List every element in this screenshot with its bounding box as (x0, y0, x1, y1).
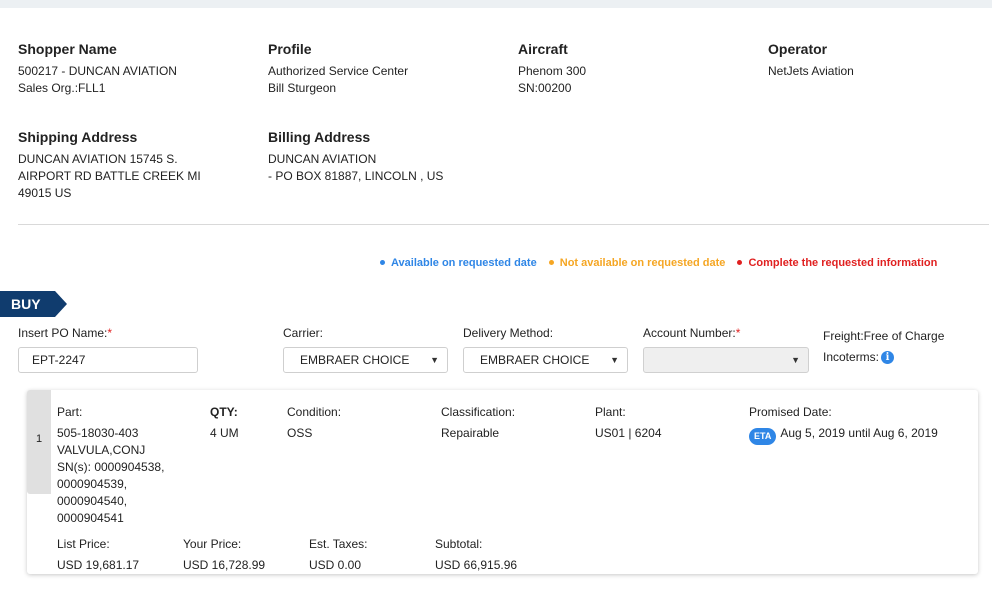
dropdown-arrow-icon: ▼ (791, 355, 800, 365)
legend-dot-orange (548, 260, 554, 265)
condition-label: Condition: (287, 405, 342, 419)
shopper-line1: 500217 - DUNCAN AVIATION (18, 64, 177, 78)
legend-complete-label: Complete the requested information (748, 257, 938, 269)
operator-info: Operator NetJets Aviation (768, 40, 854, 80)
account-number-label-text: Account Number: (643, 326, 736, 340)
shopper-info: Shopper Name 500217 - DUNCAN AVIATION Sa… (18, 40, 177, 97)
po-name-input[interactable]: EPT-2247 (18, 347, 198, 373)
profile-info: Profile Authorized Service Center Bill S… (268, 40, 408, 97)
shipping-title: Shipping Address (18, 129, 138, 145)
freight-text: Freight:Free of Charge (823, 329, 945, 343)
order-page: Shopper Name 500217 - DUNCAN AVIATION Sa… (0, 8, 992, 589)
billing-line2: - PO BOX 81887, LINCOLN , US (268, 169, 444, 183)
shopper-title: Shopper Name (18, 41, 117, 57)
delivery-method-select[interactable]: EMBRAER CHOICE ▼ (463, 347, 628, 373)
profile-title: Profile (268, 41, 312, 57)
carrier-select-value: EMBRAER CHOICE (300, 353, 410, 367)
availability-legend: Available on requested date Not availabl… (380, 257, 946, 269)
profile-line1: Authorized Service Center (268, 64, 409, 78)
legend-not-available: Not available on requested date (548, 257, 726, 269)
condition-cell: Condition: OSS (287, 404, 341, 442)
serial-number: SN(s): 0000904538, (57, 460, 165, 474)
info-circle-icon[interactable]: i (881, 351, 895, 364)
aircraft-title: Aircraft (518, 41, 568, 57)
promised-date-cell: Promised Date: ETA Aug 5, 2019 until Aug … (749, 404, 974, 445)
subtotal-label: Subtotal: (435, 537, 483, 551)
required-mark: * (107, 326, 113, 340)
legend-available: Available on requested date (380, 257, 537, 269)
delivery-method-select-value: EMBRAER CHOICE (480, 353, 590, 367)
qty-label: QTY: (210, 405, 238, 419)
est-taxes-cell: Est. Taxes: USD 0.00 (309, 536, 367, 574)
eta-badge[interactable]: ETA (749, 428, 777, 445)
carrier-select[interactable]: EMBRAER CHOICE ▼ (283, 347, 448, 373)
est-taxes-label: Est. Taxes: (309, 537, 368, 551)
buy-section-tag: BUY (0, 291, 67, 317)
account-number-label: Account Number:* (643, 326, 740, 340)
part-cell: Part: 505-18030-403 VALVULA,CONJ SN(s): … (57, 404, 207, 527)
shipping-line1: DUNCAN AVIATION 15745 S. (18, 152, 178, 166)
operator-line1: NetJets Aviation (768, 64, 854, 78)
part-number: 505-18030-403 (57, 426, 139, 440)
qty-value: 4 UM (210, 426, 239, 440)
aircraft-info: Aircraft Phenom 300 SN:00200 (518, 40, 586, 97)
shipping-line3: 49015 US (18, 186, 72, 200)
incoterms-row: Incoterms: i (823, 347, 944, 368)
qty-cell: QTY: 4 UM (210, 404, 239, 442)
aircraft-line2: SN:00200 (518, 81, 572, 95)
shipping-address: Shipping Address DUNCAN AVIATION 15745 S… (18, 128, 201, 202)
delivery-method-label: Delivery Method: (463, 326, 554, 340)
part-name: VALVULA,CONJ (57, 443, 146, 457)
dropdown-arrow-icon: ▼ (430, 355, 439, 365)
legend-complete: Complete the requested information (737, 257, 937, 269)
classification-cell: Classification: Repairable (441, 404, 515, 442)
billing-address: Billing Address DUNCAN AVIATION - PO BOX… (268, 128, 443, 185)
legend-dot-red (737, 260, 743, 265)
your-price-value: USD 16,728.99 (183, 558, 266, 572)
plant-value: US01 | 6204 (595, 426, 662, 440)
operator-title: Operator (768, 41, 828, 57)
po-name-label-text: Insert PO Name: (18, 326, 108, 340)
required-mark: * (735, 326, 741, 340)
list-price-value: USD 19,681.17 (57, 558, 140, 572)
subtotal-value: USD 66,915.96 (435, 558, 518, 572)
aircraft-line1: Phenom 300 (518, 64, 587, 78)
billing-line1: DUNCAN AVIATION (268, 152, 377, 166)
shipping-line2: AIRPORT RD BATTLE CREEK MI (18, 169, 201, 183)
serial-number: 0000904540, (57, 494, 128, 508)
legend-not-available-label: Not available on requested date (559, 257, 726, 269)
legend-available-label: Available on requested date (391, 257, 537, 269)
part-label: Part: (57, 405, 83, 419)
dropdown-arrow-icon: ▼ (610, 355, 619, 365)
po-name-label: Insert PO Name:* (18, 326, 112, 340)
line-item-index: 1 (27, 390, 51, 494)
billing-title: Billing Address (268, 129, 371, 145)
profile-line2: Bill Sturgeon (268, 81, 337, 95)
promised-date-label: Promised Date: (749, 405, 832, 419)
subtotal-cell: Subtotal: USD 66,915.96 (435, 536, 517, 574)
plant-cell: Plant: US01 | 6204 (595, 404, 662, 442)
legend-dot-blue (380, 260, 385, 265)
section-divider (18, 224, 989, 225)
line-item-card: 1 Part: 505-18030-403 VALVULA,CONJ SN(s)… (27, 390, 978, 574)
list-price-cell: List Price: USD 19,681.17 (57, 536, 139, 574)
your-price-cell: Your Price: USD 16,728.99 (183, 536, 265, 574)
est-taxes-value: USD 0.00 (309, 558, 362, 572)
list-price-label: List Price: (57, 537, 110, 551)
condition-value: OSS (287, 426, 313, 440)
classification-label: Classification: (441, 405, 516, 419)
freight-info: Freight:Free of Charge Incoterms: i (823, 326, 944, 368)
classification-value: Repairable (441, 426, 500, 440)
carrier-label: Carrier: (283, 326, 324, 340)
shopper-line2: Sales Org.:FLL1 (18, 81, 106, 95)
promised-date-value: Aug 5, 2019 until Aug 6, 2019 (780, 426, 938, 440)
plant-label: Plant: (595, 405, 626, 419)
incoterms-label: Incoterms: (823, 350, 880, 364)
serial-number: 0000904541 (57, 511, 124, 525)
your-price-label: Your Price: (183, 537, 242, 551)
account-number-select[interactable]: ▼ (643, 347, 809, 373)
serial-number: 0000904539, (57, 477, 128, 491)
